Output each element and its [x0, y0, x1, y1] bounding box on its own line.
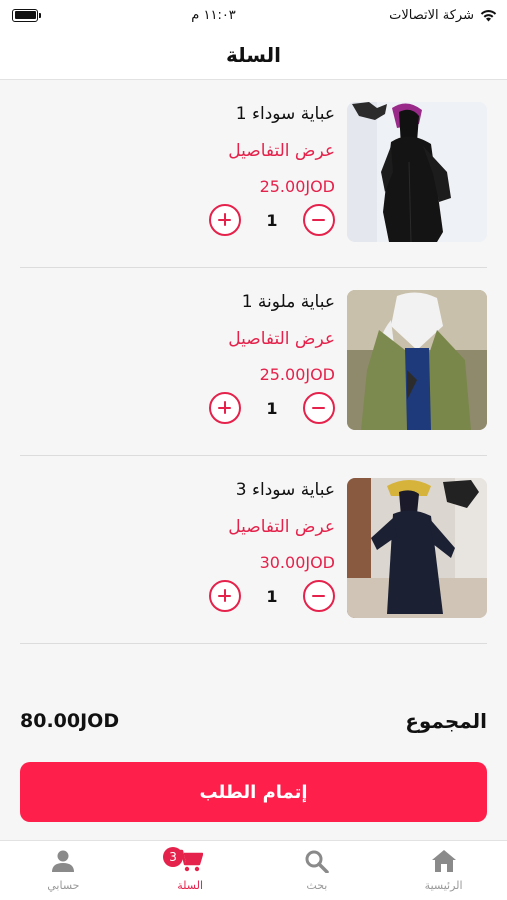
tab-label: الرئيسية	[424, 879, 463, 892]
carrier-name: شركة الاتصالات	[389, 7, 474, 23]
item-name: عباية سوداء 1	[235, 104, 335, 124]
total-label: المجموع	[405, 709, 487, 733]
view-details-link[interactable]: عرض التفاصيل	[115, 329, 335, 355]
quantity-stepper: 1	[209, 204, 335, 236]
quantity-stepper: 1	[209, 580, 335, 612]
tab-home[interactable]: الرئيسية	[380, 841, 507, 900]
view-details-link[interactable]: عرض التفاصيل	[115, 141, 335, 167]
cart-count-badge: 3	[163, 847, 184, 867]
status-bar: ١١:٠٣ م شركة الاتصالات	[0, 0, 507, 30]
person-icon	[52, 850, 75, 872]
quantity-stepper: 1	[209, 392, 335, 424]
item-name: عباية ملونة 1	[241, 292, 335, 312]
order-total: 80.00JOD المجموع	[20, 704, 487, 738]
item-price: 30.00JOD	[259, 553, 335, 572]
view-details-link[interactable]: عرض التفاصيل	[115, 517, 335, 543]
page-header: السلة	[0, 30, 507, 80]
cart-item: عباية سوداء 3 عرض التفاصيل 30.00JOD 1	[20, 456, 487, 644]
tab-cart[interactable]: 3 السلة	[127, 841, 254, 900]
quantity-value: 1	[266, 210, 278, 230]
quantity-value: 1	[266, 398, 278, 418]
item-price: 25.00JOD	[259, 365, 335, 384]
item-info: عباية سوداء 3 عرض التفاصيل 30.00JOD	[115, 480, 335, 575]
cart-item: عباية ملونة 1 عرض التفاصيل 25.00JOD 1	[20, 268, 487, 456]
product-image[interactable]	[347, 478, 487, 618]
bottom-tab-bar: الرئيسية بحث 3 السلة حسابي	[0, 840, 507, 900]
increase-quantity-button[interactable]	[209, 204, 241, 236]
decrease-quantity-button[interactable]	[303, 392, 335, 424]
checkout-button[interactable]: إتمام الطلب	[20, 762, 487, 822]
cart-item: عباية سوداء 1 عرض التفاصيل 25.00JOD 1	[20, 80, 487, 268]
tab-label: بحث	[306, 879, 328, 892]
tab-label: حسابي	[47, 879, 80, 892]
tab-account[interactable]: حسابي	[0, 841, 127, 900]
item-info: عباية ملونة 1 عرض التفاصيل 25.00JOD	[115, 292, 335, 387]
total-value: 80.00JOD	[20, 710, 120, 732]
quantity-value: 1	[266, 586, 278, 606]
battery-icon	[12, 8, 41, 22]
page-title: السلة	[225, 42, 281, 67]
search-icon	[305, 850, 329, 873]
decrease-quantity-button[interactable]	[303, 204, 335, 236]
wifi-icon	[480, 9, 497, 22]
carrier-info: شركة الاتصالات	[389, 8, 497, 23]
item-info: عباية سوداء 1 عرض التفاصيل 25.00JOD	[115, 104, 335, 199]
tab-search[interactable]: بحث	[254, 841, 381, 900]
decrease-quantity-button[interactable]	[303, 580, 335, 612]
increase-quantity-button[interactable]	[209, 392, 241, 424]
tab-label: السلة	[177, 879, 203, 892]
increase-quantity-button[interactable]	[209, 580, 241, 612]
home-icon	[431, 850, 456, 872]
status-time: ١١:٠٣ م	[191, 7, 236, 23]
item-name: عباية سوداء 3	[235, 480, 335, 500]
product-image[interactable]	[347, 290, 487, 430]
item-price: 25.00JOD	[259, 177, 335, 196]
product-image[interactable]	[347, 102, 487, 242]
